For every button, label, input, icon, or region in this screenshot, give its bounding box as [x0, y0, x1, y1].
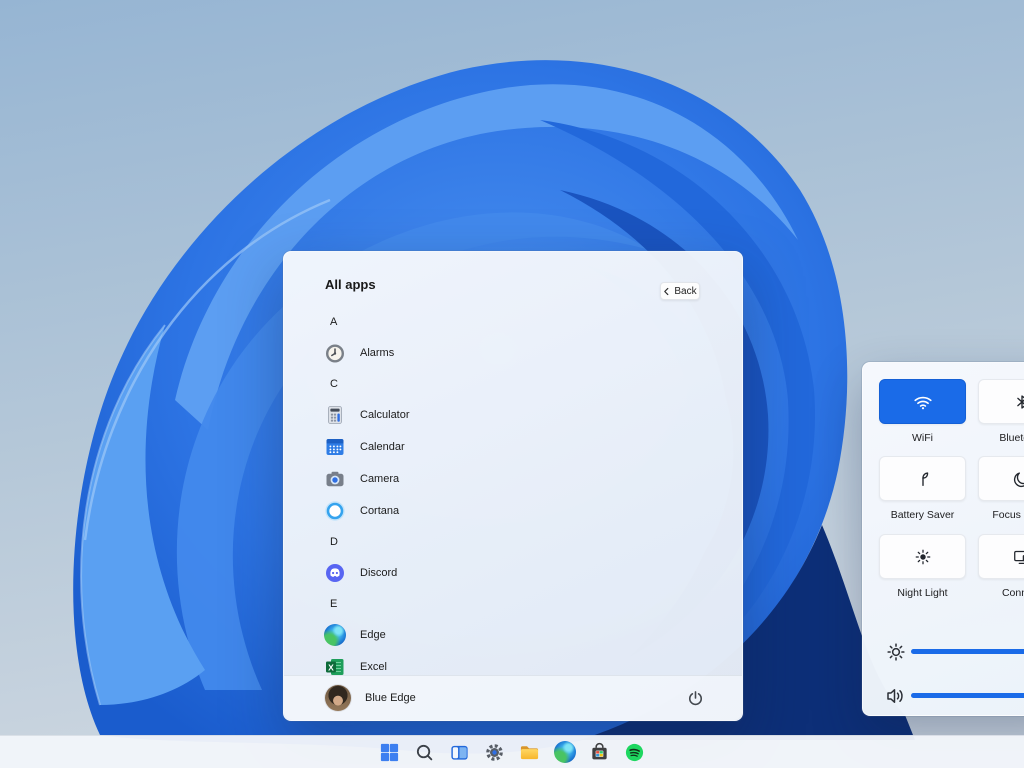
brightness-slider-row — [863, 640, 1024, 664]
taskbar-spotify-button[interactable] — [624, 741, 646, 763]
taskbar-search-button[interactable] — [414, 741, 436, 763]
app-list: A Alarms C Calculator Calendar Camera — [284, 307, 742, 675]
taskbar-settings-button[interactable] — [484, 741, 506, 763]
store-icon — [589, 742, 610, 763]
qs-cell-focus-assist: Focus assist — [978, 456, 1024, 521]
start-icon — [379, 742, 400, 763]
bluetooth-label: Bluetooth — [978, 432, 1024, 444]
excel-icon: X — [324, 656, 346, 675]
edge-icon — [554, 741, 576, 763]
back-button-label: Back — [674, 286, 696, 297]
user-avatar[interactable] — [325, 685, 351, 711]
search-icon — [414, 742, 435, 763]
task-view-icon — [449, 742, 470, 763]
qs-cell-connect: Connect — [978, 534, 1024, 599]
volume-slider-row — [863, 684, 1024, 708]
app-label: Excel — [360, 661, 387, 673]
focus-assist-toggle[interactable] — [978, 456, 1024, 501]
edge-icon — [324, 624, 346, 646]
wifi-toggle[interactable] — [879, 379, 966, 424]
section-letter-a[interactable]: A — [284, 307, 742, 337]
app-item-excel[interactable]: X Excel — [284, 651, 742, 675]
app-item-calendar[interactable]: Calendar — [284, 431, 742, 463]
bluetooth-toggle[interactable] — [978, 379, 1024, 424]
start-menu-user-bar: Blue Edge — [284, 675, 742, 720]
power-icon — [687, 690, 704, 707]
calculator-icon — [324, 404, 346, 426]
qs-cell-night-light: Night Light — [879, 534, 966, 599]
qs-cell-bluetooth: Bluetooth — [978, 379, 1024, 444]
app-label: Edge — [360, 629, 386, 641]
alarms-icon — [324, 342, 346, 364]
app-item-calculator[interactable]: Calculator — [284, 399, 742, 431]
night-light-label: Night Light — [879, 587, 966, 599]
qs-cell-wifi: WiFi — [879, 379, 966, 444]
file-explorer-icon — [519, 742, 540, 763]
section-letter-c[interactable]: C — [284, 369, 742, 399]
power-button[interactable] — [687, 690, 704, 707]
svg-text:X: X — [328, 662, 334, 672]
connect-label: Connect — [978, 587, 1024, 599]
app-label: Discord — [360, 567, 397, 579]
start-menu-all-apps: All apps Back A Alarms C Calculator Cale… — [283, 251, 743, 721]
app-label: Calculator — [360, 409, 410, 421]
battery-saver-icon — [913, 469, 933, 489]
section-letter-e[interactable]: E — [284, 589, 742, 619]
app-item-camera[interactable]: Camera — [284, 463, 742, 495]
taskbar-store-button[interactable] — [589, 741, 611, 763]
discord-icon — [324, 562, 346, 584]
app-label: Alarms — [360, 347, 394, 359]
brightness-slider[interactable] — [911, 649, 1024, 654]
settings-icon — [484, 742, 505, 763]
chevron-left-icon — [663, 287, 670, 296]
battery-saver-toggle[interactable] — [879, 456, 966, 501]
camera-icon — [324, 468, 346, 490]
app-label: Camera — [360, 473, 399, 485]
all-apps-title: All apps — [325, 277, 376, 292]
connect-icon — [1012, 547, 1024, 567]
app-label: Calendar — [360, 441, 405, 453]
focus-assist-icon — [1012, 469, 1024, 489]
battery-saver-label: Battery Saver — [879, 509, 966, 521]
calendar-icon — [324, 436, 346, 458]
night-light-toggle[interactable] — [879, 534, 966, 579]
night-light-icon — [913, 547, 933, 567]
taskbar-start-button[interactable] — [379, 741, 401, 763]
section-letter-d[interactable]: D — [284, 527, 742, 557]
spotify-icon — [624, 742, 645, 763]
volume-icon — [884, 684, 908, 708]
app-item-alarms[interactable]: Alarms — [284, 337, 742, 369]
bluetooth-icon — [1012, 392, 1024, 412]
app-label: Cortana — [360, 505, 399, 517]
volume-slider[interactable] — [911, 693, 1024, 698]
quick-settings-panel: WiFi Bluetooth Battery Saver Focus assis… — [862, 362, 1024, 716]
qs-cell-battery-saver: Battery Saver — [879, 456, 966, 521]
cortana-icon — [324, 500, 346, 522]
taskbar — [0, 735, 1024, 768]
wifi-icon — [912, 391, 934, 413]
back-button[interactable]: Back — [660, 282, 700, 300]
brightness-icon — [884, 640, 908, 664]
app-item-edge[interactable]: Edge — [284, 619, 742, 651]
taskbar-task-view-button[interactable] — [449, 741, 471, 763]
user-name[interactable]: Blue Edge — [365, 692, 416, 704]
taskbar-edge-button[interactable] — [554, 741, 576, 763]
connect-toggle[interactable] — [978, 534, 1024, 579]
focus-assist-label: Focus assist — [978, 509, 1024, 521]
wifi-label: WiFi — [879, 432, 966, 444]
taskbar-file-explorer-button[interactable] — [519, 741, 541, 763]
app-item-cortana[interactable]: Cortana — [284, 495, 742, 527]
app-item-discord[interactable]: Discord — [284, 557, 742, 589]
